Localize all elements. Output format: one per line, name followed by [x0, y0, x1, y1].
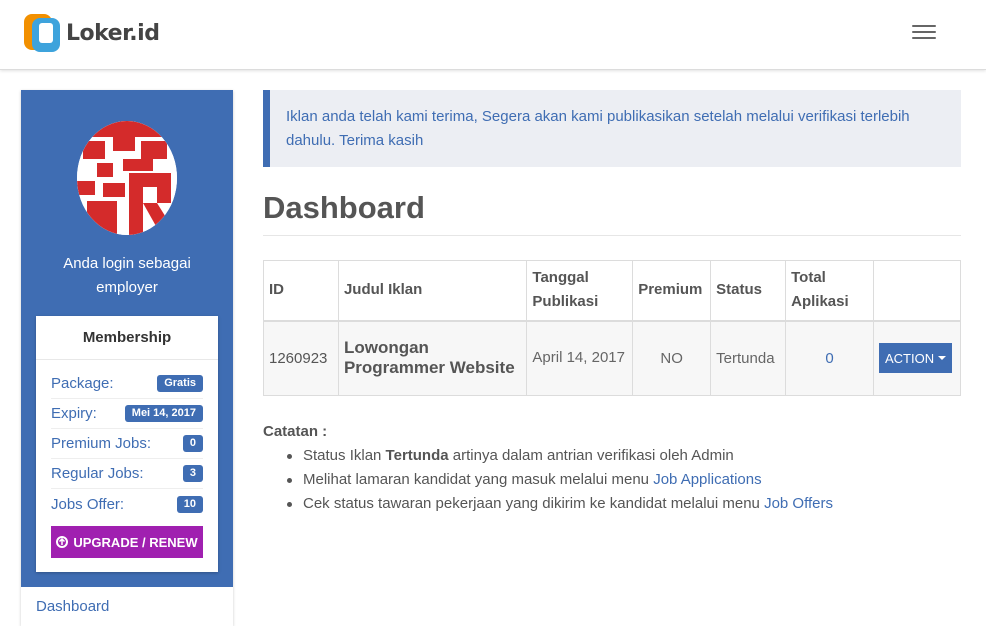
membership-row-premium-jobs: Premium Jobs: 0	[51, 429, 203, 459]
loker-logo-icon	[24, 14, 60, 52]
notes-title: Catatan :	[263, 423, 328, 440]
notes-list: Status Iklan Tertunda artinya dalam antr…	[287, 444, 833, 516]
table-row: 1260923 Lowongan Programmer Website Apri…	[263, 320, 962, 396]
jobs-table: ID Judul Iklan Tanggal Publikasi Premium…	[263, 260, 962, 396]
regular-jobs-badge: 3	[182, 465, 203, 482]
brand-name: Loker.id	[66, 20, 160, 46]
package-badge: Gratis	[157, 375, 203, 392]
membership-row-expiry: Expiry: Mei 14, 2017	[51, 399, 203, 429]
page-title: Dashboard	[263, 190, 425, 225]
col-header-action	[872, 260, 962, 322]
list-item: Cek status tawaran pekerjaan yang dikiri…	[287, 492, 833, 516]
membership-row-regular-jobs: Regular Jobs: 3	[51, 459, 203, 489]
note-text: Cek status tawaran pekerjaan yang dikiri…	[303, 495, 765, 512]
col-header-total: Total Aplikasi	[785, 260, 874, 322]
cell-status: Tertunda	[710, 320, 787, 396]
cell-total-applications: 0	[785, 320, 874, 396]
company-logo-image	[77, 121, 177, 235]
list-item: Status Iklan Tertunda artinya dalam antr…	[287, 444, 833, 468]
note-text: artinya dalam antrian verifikasi oleh Ad…	[448, 447, 734, 464]
title-divider	[263, 235, 961, 236]
membership-row-jobs-offer: Jobs Offer: 10	[51, 489, 203, 519]
hamburger-menu-icon[interactable]	[912, 25, 936, 43]
jobs-offer-label: Jobs Offer:	[51, 495, 125, 513]
table-header-row: ID Judul Iklan Tanggal Publikasi Premium…	[263, 260, 962, 322]
cell-action: ACTION	[872, 320, 962, 396]
col-header-status: Status	[710, 260, 787, 322]
cell-date: April 14, 2017	[526, 320, 634, 396]
success-alert: Iklan anda telah kami terima, Segera aka…	[263, 90, 961, 167]
col-header-date: Tanggal Publikasi	[526, 260, 634, 322]
cell-title: Lowongan Programmer Website	[337, 320, 528, 396]
action-dropdown-button[interactable]: ACTION	[878, 343, 953, 374]
list-item: Melihat lamaran kandidat yang masuk mela…	[287, 468, 833, 492]
caret-down-icon	[938, 356, 947, 361]
login-role-label: Anda login sebagai	[63, 255, 191, 272]
sidebar: Anda login sebagai employer Membership P…	[21, 90, 233, 626]
avatar	[77, 121, 177, 235]
note-bold: Tertunda	[385, 447, 449, 464]
membership-card: Membership Package: Gratis Expiry: Mei 1…	[36, 316, 218, 572]
sidebar-item-dashboard[interactable]: Dashboard	[36, 598, 109, 615]
col-header-title: Judul Iklan	[337, 260, 528, 322]
job-offers-link[interactable]: Job Offers	[764, 495, 833, 512]
cell-premium: NO	[632, 320, 712, 396]
premium-jobs-badge: 0	[182, 435, 203, 452]
login-role-value: employer	[96, 279, 158, 296]
note-text: Status Iklan	[303, 447, 386, 464]
upgrade-renew-button[interactable]: UPGRADE / RENEW	[51, 526, 203, 558]
job-applications-link[interactable]: Job Applications	[653, 471, 761, 488]
note-text: Melihat lamaran kandidat yang masuk mela…	[303, 471, 654, 488]
login-info: Anda login sebagai employer	[21, 252, 233, 300]
jobs-offer-badge: 10	[176, 495, 203, 513]
action-label: ACTION	[884, 350, 935, 366]
col-header-id: ID	[263, 260, 339, 322]
expiry-badge: Mei 14, 2017	[124, 405, 203, 422]
total-applications-link[interactable]: 0	[825, 350, 833, 367]
col-header-premium: Premium	[632, 260, 712, 322]
expiry-label: Expiry:	[51, 405, 97, 422]
arrow-circle-up-icon	[56, 536, 69, 548]
top-navbar: Loker.id	[0, 0, 986, 70]
cell-id: 1260923	[263, 320, 339, 396]
membership-title: Membership	[36, 316, 218, 360]
regular-jobs-label: Regular Jobs:	[51, 465, 144, 482]
package-label: Package:	[51, 375, 114, 392]
sidebar-profile: Anda login sebagai employer Membership P…	[21, 90, 233, 587]
membership-row-package: Package: Gratis	[51, 369, 203, 399]
upgrade-label: UPGRADE / RENEW	[73, 534, 198, 550]
brand-logo[interactable]: Loker.id	[22, 12, 160, 54]
premium-jobs-label: Premium Jobs:	[51, 435, 152, 452]
